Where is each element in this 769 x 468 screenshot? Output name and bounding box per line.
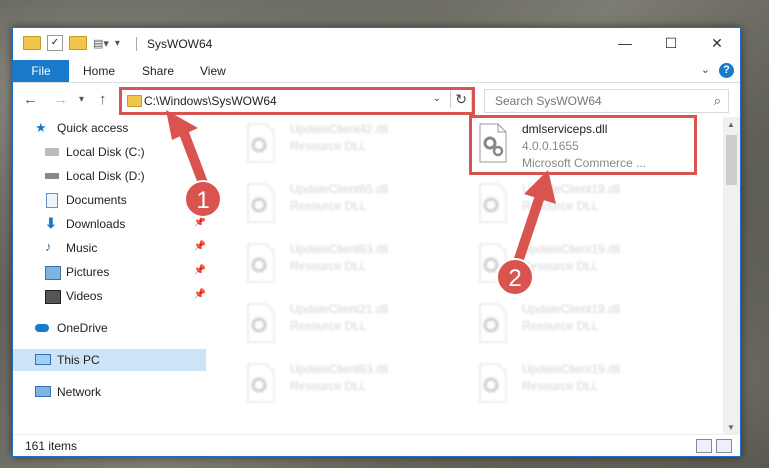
annotation-arrows bbox=[166, 110, 556, 264]
arrow-2 bbox=[513, 170, 556, 264]
step-1-badge: 1 bbox=[184, 180, 222, 218]
step-2-badge: 2 bbox=[496, 258, 534, 296]
arrow-1 bbox=[166, 110, 210, 190]
